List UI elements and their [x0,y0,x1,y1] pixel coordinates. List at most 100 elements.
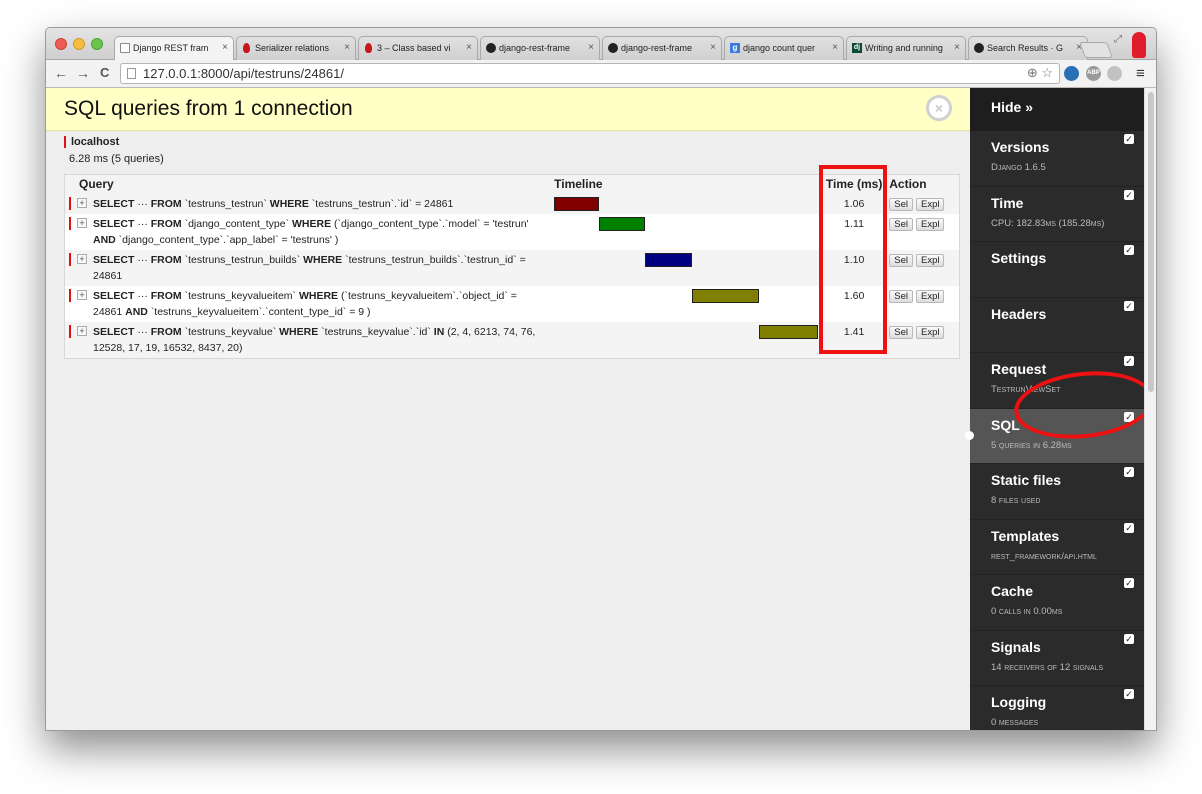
toolbar-panel-templates[interactable]: Templates rest_framework/api.html ✓ [970,520,1144,575]
browser-tab[interactable]: django-rest-frame × [602,36,722,60]
panel-toggle-checkbox[interactable]: ✓ [1124,467,1134,477]
extension-icon[interactable] [1107,66,1122,81]
toolbar-panel-versions[interactable]: Versions Django 1.6.5 ✓ [970,131,1144,187]
address-bar[interactable]: 127.0.0.1:8000/api/testruns/24861/ ⊕ ☆ [120,63,1060,84]
query-marker [69,324,71,338]
zoom-icon[interactable]: ⊕ [1027,65,1038,80]
browser-tab[interactable]: Django REST fram × [114,36,234,61]
sql-fragment: `testruns_keyvalue`.`id` [318,325,434,338]
tab-close-icon[interactable]: × [466,42,472,53]
expand-query-toggle[interactable]: + [77,217,87,228]
tab-close-icon[interactable]: × [954,42,960,53]
toolbar-panel-signals[interactable]: Signals 14 receivers of 12 signals ✓ [970,631,1144,686]
panel-toggle-checkbox[interactable]: ✓ [1124,689,1134,699]
timeline-cell [554,249,820,286]
adblock-extension-icon[interactable]: ABP [1086,66,1101,81]
forward-button[interactable]: → [76,65,90,81]
panel-toggle-checkbox[interactable]: ✓ [1124,578,1134,588]
reload-button[interactable]: C [100,65,109,80]
panel-toggle-checkbox[interactable]: ✓ [1124,356,1134,366]
panel-toggle-checkbox[interactable]: ✓ [1124,522,1134,533]
close-window-button[interactable] [55,38,67,50]
sql-keyword: AND [125,305,148,318]
tab-close-icon[interactable]: × [710,42,716,53]
toolbar-panel-logging[interactable]: Logging 0 messages ✓ [970,686,1144,730]
explain-button[interactable]: Expl [915,197,945,211]
profile-icon[interactable] [1132,32,1146,58]
time-column-highlight-box [819,165,887,354]
panel-toggle-checkbox[interactable]: ✓ [1124,189,1134,200]
explain-button[interactable]: Expl [915,217,945,231]
toolbar-panel-name: Time [991,194,1024,211]
query-text: SELECT ··· FROM `testruns_testrun` WHERE… [93,196,541,212]
expand-query-toggle[interactable]: + [77,325,87,336]
minimize-window-button[interactable] [73,38,85,50]
timeline-bar [598,216,646,231]
query-cell: + SELECT ··· FROM `django_content_type` W… [64,213,555,250]
tab-label: Django REST fram [133,43,209,53]
toolbar-panel-name: Versions [991,139,1050,155]
browser-tab[interactable]: Search Results · G × [968,36,1088,60]
toolbar-panel-cache[interactable]: Cache 0 calls in 0.00ms ✓ [970,575,1144,631]
explain-button[interactable]: Expl [915,253,945,267]
address-url: 127.0.0.1:8000/api/testruns/24861/ [143,66,344,81]
close-panel-button[interactable]: × [926,95,952,121]
timeline-bar [645,252,692,267]
fullscreen-icon[interactable]: ⤢ [1114,34,1122,45]
browser-tab[interactable]: django-rest-frame × [480,36,600,60]
toolbar-panel-name: Signals [991,638,1041,655]
expand-query-toggle[interactable]: + [77,253,87,264]
globe-extension-icon[interactable] [1064,66,1079,81]
sql-keyword: FROM [150,197,182,210]
tab-favicon-icon [974,43,984,53]
scrollbar-thumb[interactable] [1148,92,1154,392]
tab-label: Serializer relations [255,43,330,53]
panel-toggle-checkbox[interactable]: ✓ [1124,300,1134,311]
toolbar-panel-subtitle: CPU: 182.83ms (185.28ms) [991,217,1105,229]
scrollbar[interactable] [1144,88,1156,730]
browser-tab[interactable]: Serializer relations × [236,36,356,60]
tab-favicon-icon: dj [852,43,862,53]
action-cell: Sel Expl [889,321,960,358]
toolbar-panel-subtitle: 5 queries in 6.28ms [991,439,1072,451]
select-button[interactable]: Sel [889,289,913,303]
sql-keyword: FROM [150,325,182,338]
browser-tab[interactable]: dj Writing and running × [846,36,966,60]
tab-close-icon[interactable]: × [222,42,228,53]
panel-toggle-checkbox[interactable]: ✓ [1124,245,1134,255]
browser-tab[interactable]: 3 – Class based vi × [358,36,478,60]
tab-close-icon[interactable]: × [588,42,594,53]
toolbar-panel-settings[interactable]: Settings ✓ [970,242,1144,298]
sql-keyword: FROM [150,217,182,230]
panel-toggle-checkbox[interactable]: ✓ [1124,134,1134,144]
toolbar-panel-time[interactable]: Time CPU: 182.83ms (185.28ms) ✓ [970,187,1144,242]
toolbar-panel-static-files[interactable]: Static files 8 files used ✓ [970,464,1144,520]
timeline-cell [554,321,820,358]
bookmark-star-icon[interactable]: ☆ [1041,65,1053,80]
browser-tab[interactable]: g django count quer × [724,36,844,60]
select-button[interactable]: Sel [889,325,913,339]
connection-name: localhost [64,136,164,148]
zoom-window-button[interactable] [91,38,103,50]
sql-fragment: `testruns_testrun`.`id` = 24861 [308,197,454,210]
menu-icon[interactable]: ≡ [1136,65,1145,82]
sql-keyword: AND [93,233,116,246]
new-tab-button[interactable] [1079,42,1113,58]
tab-favicon-icon [365,43,372,53]
toolbar-panel-subtitle: 0 messages [991,717,1039,728]
back-button[interactable]: ← [54,65,68,81]
explain-button[interactable]: Expl [915,325,945,339]
expand-query-toggle[interactable]: + [77,197,87,208]
hide-toolbar-button[interactable]: Hide » [970,88,1144,131]
tab-close-icon[interactable]: × [832,42,838,53]
tab-close-icon[interactable]: × [344,42,350,53]
sql-fragment: ··· [134,325,151,338]
expand-query-toggle[interactable]: + [77,289,87,300]
panel-toggle-checkbox[interactable]: ✓ [1124,633,1134,644]
select-button[interactable]: Sel [889,253,913,267]
toolbar-panel-headers[interactable]: Headers ✓ [970,298,1144,353]
explain-button[interactable]: Expl [915,289,945,303]
select-button[interactable]: Sel [889,217,913,231]
connection-info: localhost 6.28 ms (5 queries) [64,136,164,165]
select-button[interactable]: Sel [889,197,913,211]
